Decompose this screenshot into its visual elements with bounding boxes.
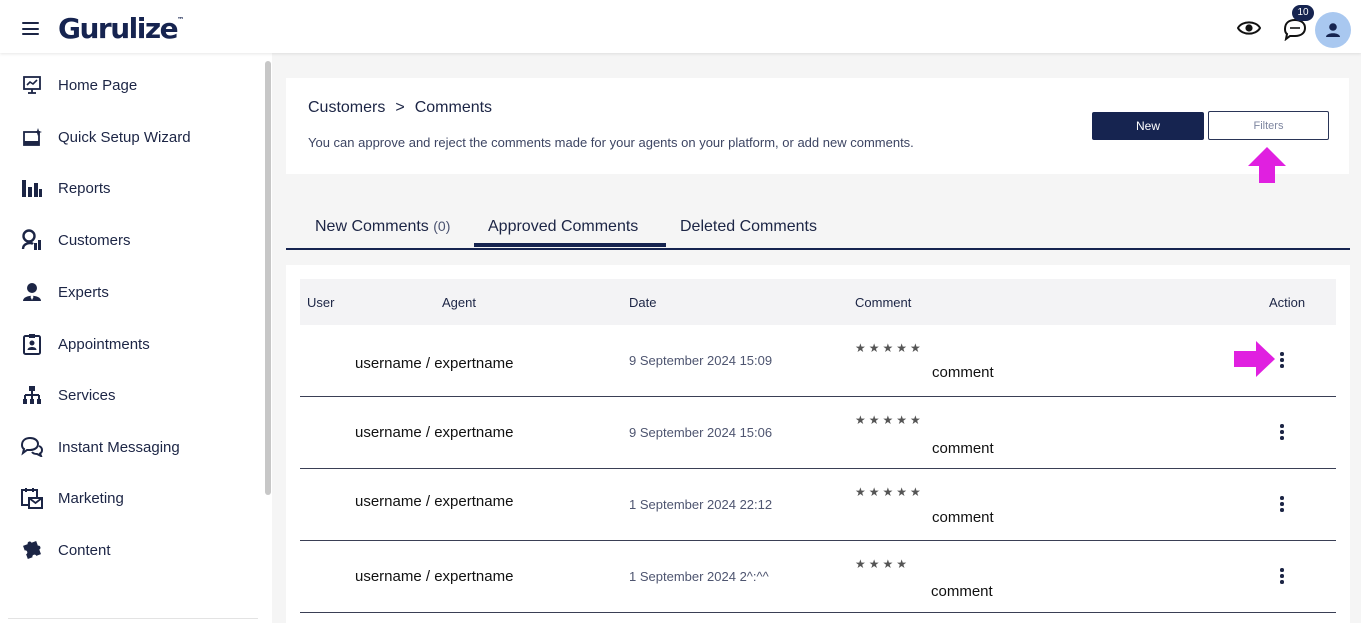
annotation-arrow-up-icon [1248,147,1286,183]
sidebar-item-label: Quick Setup Wizard [58,128,191,146]
sidebar-item-appointments[interactable]: Appointments [20,329,260,359]
tab-count: (0) [433,218,451,234]
tab-label: Deleted Comments [680,218,817,235]
logo-trademark: ™ [177,16,185,24]
sidebar-item-experts[interactable]: Experts [20,277,260,307]
breadcrumb-customers-link[interactable]: Customers [308,99,385,117]
breadcrumb-separator: > [395,99,405,116]
active-tab-indicator [474,243,666,247]
sidebar-item-quick-setup-wizard[interactable]: Quick Setup Wizard [20,122,260,152]
date-cell: 1 September 2024 22:12 [629,497,773,512]
column-header-date: Date [629,295,657,310]
hamburger-menu-icon[interactable] [22,22,39,35]
tab-new-comments[interactable]: New Comments (0) [315,218,450,236]
breadcrumb-current-page: Comments [414,99,493,116]
sidebar-item-label: Marketing [58,489,124,507]
expert-user-icon [20,280,44,304]
sidebar-item-label: Reports [58,179,111,197]
sidebar-item-home-page[interactable]: Home Page [20,70,260,100]
sidebar-item-reports[interactable]: Reports [20,173,260,203]
date-cell: 9 September 2024 15:06 [629,425,773,440]
sidebar: Home Page Quick Setup Wizard Reports Cus… [0,53,272,623]
top-bar: Gurulize™ 10 [0,0,1361,53]
wizard-window-icon [20,125,44,149]
comment-tabs: New Comments (0) Approved Comments Delet… [286,208,1350,250]
tab-deleted-comments[interactable]: Deleted Comments [680,218,817,236]
chat-bubbles-icon [20,435,44,459]
comment-cell: comment [932,440,994,457]
eye-icon[interactable] [1237,19,1261,37]
date-cell: 9 September 2024 15:09 [629,353,773,368]
comments-table-card: User Agent Date Comment Action username … [286,265,1350,623]
comment-cell: comment [932,364,994,381]
table-row: username / expertname 1 September 2024 2… [300,541,1336,613]
agent-cell: username / expertname [355,568,514,585]
sidebar-item-label: Content [58,541,111,559]
logo-text: Gurulize [58,12,179,45]
rating-stars: ★★★★ [855,557,911,571]
row-actions-menu-icon[interactable] [1275,494,1289,514]
table-row: username / expertname 9 September 2024 1… [300,397,1336,469]
new-comment-button[interactable]: New [1092,112,1204,140]
sidebar-divider [8,618,258,619]
agent-cell: username / expertname [355,355,514,372]
page-description: You can approve and reject the comments … [308,135,914,150]
column-header-agent: Agent [442,295,476,310]
date-cell: 1 September 2024 2^:^^ [629,569,769,584]
table-row: username / expertname 9 September 2024 1… [300,325,1336,397]
user-icon [1326,23,1340,37]
clipboard-user-icon [20,332,44,356]
presentation-chart-icon [20,73,44,97]
column-header-user: User [307,295,335,310]
comment-cell: comment [932,509,994,526]
rating-stars: ★★★★★ [855,413,924,427]
tab-label: New Comments [315,218,429,235]
sidebar-item-label: Services [58,386,116,404]
row-actions-menu-icon[interactable] [1275,422,1289,442]
breadcrumb: Customers > Comments [308,99,492,117]
sidebar-scrollbar[interactable] [265,61,271,495]
column-header-comment: Comment [855,295,912,310]
sidebar-item-content[interactable]: Content [20,535,260,565]
table-header: User Agent Date Comment Action [300,279,1336,325]
sidebar-item-services[interactable]: Services [20,380,260,410]
agent-cell: username / expertname [355,424,514,441]
rating-stars: ★★★★★ [855,341,924,355]
page-header-card: Customers > Comments You can approve and… [286,78,1349,174]
sidebar-item-marketing[interactable]: Marketing [20,483,260,513]
sidebar-item-label: Instant Messaging [58,438,180,456]
puzzle-icon [20,538,44,562]
agent-cell: username / expertname [355,493,514,510]
sidebar-item-label: Appointments [58,335,150,353]
annotation-arrow-right-icon [1234,341,1275,377]
row-actions-menu-icon[interactable] [1275,350,1289,370]
app-logo[interactable]: Gurulize™ [58,12,184,45]
user-avatar[interactable] [1315,12,1351,48]
column-header-action: Action [1269,295,1306,310]
row-actions-menu-icon[interactable] [1275,566,1289,586]
sitemap-icon [20,383,44,407]
customers-icon [20,228,44,252]
bar-chart-icon [20,176,44,200]
sidebar-item-label: Customers [58,231,131,249]
sidebar-item-label: Experts [58,283,109,301]
sidebar-item-instant-messaging[interactable]: Instant Messaging [20,432,260,462]
comment-cell: comment [931,583,993,600]
sidebar-item-customers[interactable]: Customers [20,225,260,255]
calendar-mail-icon [20,486,44,510]
notification-badge: 10 [1292,5,1314,21]
sidebar-item-label: Home Page [58,76,138,94]
rating-stars: ★★★★★ [855,485,924,499]
tab-label: Approved Comments [488,218,639,235]
tab-approved-comments[interactable]: Approved Comments [488,218,638,236]
filters-button[interactable]: Filters [1208,111,1329,140]
table-row: username / expertname 1 September 2024 2… [300,469,1336,541]
